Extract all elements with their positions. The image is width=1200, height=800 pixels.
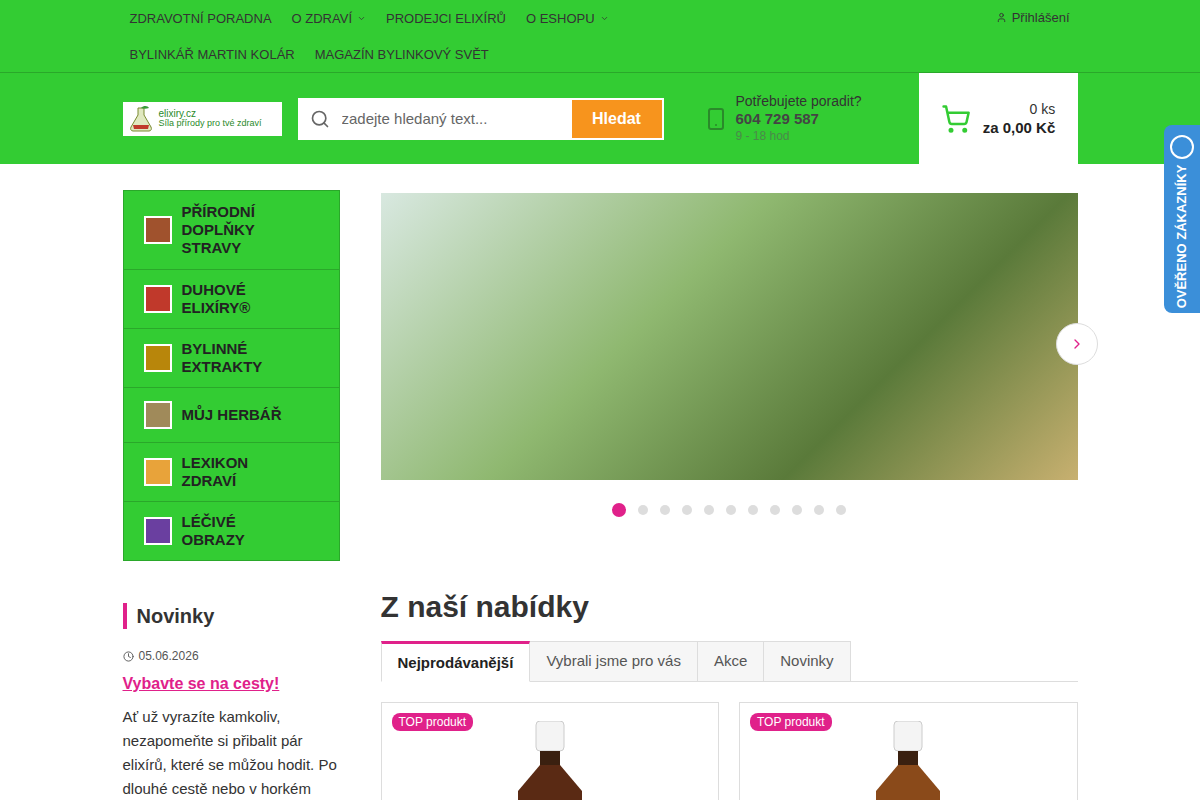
nav-item[interactable]: MAGAZÍN BYLINKOVÝ SVĚT (308, 47, 498, 62)
carousel-dot[interactable] (814, 505, 824, 515)
clock-icon (123, 651, 134, 662)
product-badge: TOP produkt (750, 713, 832, 731)
product-card[interactable]: TOP produkt (381, 702, 720, 800)
category-list: PŘÍRODNÍ DOPLŇKY STRAVYDUHOVÉ ELIXÍRY®BY… (123, 190, 340, 561)
bottle-icon (510, 721, 590, 800)
category-thumbnail (144, 401, 172, 429)
top-bar: ZDRAVOTNÍ PORADNA O ZDRAVÍ PRODEJCI ELIXÍR… (0, 0, 1200, 73)
carousel-banner[interactable] (381, 193, 1078, 480)
header: elixiry.czSíla přírody pro tvé zdraví Hle… (0, 73, 1200, 164)
logo[interactable]: elixiry.czSíla přírody pro tvé zdraví (123, 102, 282, 136)
offer-tabs: NejprodávanějšíVybrali jsme pro vásAkceN… (381, 641, 1078, 682)
tab[interactable]: Akce (698, 641, 764, 682)
product-grid: TOP produkt TOP produkt (381, 702, 1078, 800)
sidebar: PŘÍRODNÍ DOPLŇKY STRAVYDUHOVÉ ELIXÍRY®BY… (123, 190, 340, 800)
news-heading: Novinky (123, 603, 340, 629)
tab[interactable]: Vybrali jsme pro vás (530, 641, 698, 682)
search-button[interactable]: Hledat (572, 100, 662, 138)
nav-item[interactable]: ZDRAVOTNÍ PORADNA (123, 11, 281, 26)
search-box: Hledat (298, 98, 664, 140)
help-contact: Potřebujete poradit?604 729 5879 - 18 ho… (704, 93, 862, 144)
news-date: 05.06.2026 (123, 649, 340, 663)
caret-icon (600, 14, 609, 23)
tab[interactable]: Nejprodávanější (381, 641, 531, 682)
carousel-dot[interactable] (682, 505, 692, 515)
category-thumbnail (144, 285, 172, 313)
phone-number[interactable]: 604 729 587 (736, 110, 862, 129)
offer-heading: Z naší nabídky (381, 589, 1078, 625)
nav-item[interactable]: O ZDRAVÍ (285, 11, 375, 26)
chevron-right-icon (1069, 336, 1085, 352)
user-icon (996, 12, 1007, 23)
login-link[interactable]: Přihlášení (996, 0, 1070, 34)
carousel-dot[interactable] (726, 505, 736, 515)
search-icon (310, 109, 330, 129)
verified-badge[interactable]: OVĚŘENO ZÁKAZNÍKY (1164, 125, 1200, 313)
flask-icon (127, 105, 155, 133)
category-thumbnail (144, 344, 172, 372)
category-item[interactable]: MŮJ HERBÁŘ (124, 387, 339, 442)
carousel-dot[interactable] (770, 505, 780, 515)
phone-icon (704, 107, 728, 131)
carousel-dot[interactable] (612, 503, 626, 517)
nav-row: ZDRAVOTNÍ PORADNA O ZDRAVÍ PRODEJCI ELIXÍR… (123, 0, 618, 36)
main-nav: ZDRAVOTNÍ PORADNA O ZDRAVÍ PRODEJCI ELIXÍR… (123, 0, 618, 72)
category-item[interactable]: LÉČIVÉ OBRAZY (124, 501, 339, 560)
product-card[interactable]: TOP produkt (739, 702, 1078, 800)
search-input[interactable] (340, 109, 572, 128)
carousel-dot[interactable] (638, 505, 648, 515)
cart[interactable]: 0 ksza 0,00 Kč (919, 73, 1078, 164)
news-text: Ať už vyrazíte kamkoliv, nezapomeňte si … (123, 705, 340, 800)
caret-icon (357, 14, 366, 23)
seal-icon (1170, 135, 1194, 159)
bottle-icon (868, 721, 948, 800)
carousel-next[interactable] (1056, 323, 1098, 365)
category-item[interactable]: PŘÍRODNÍ DOPLŇKY STRAVY (124, 191, 339, 269)
nav-row: BYLINKÁŘ MARTIN KOLÁR MAGAZÍN BYLINKOVÝ S… (123, 36, 618, 72)
product-badge: TOP produkt (392, 713, 474, 731)
cart-icon (941, 104, 971, 134)
carousel-dot[interactable] (792, 505, 802, 515)
category-thumbnail (144, 216, 172, 244)
carousel-dots (381, 503, 1078, 517)
category-thumbnail (144, 458, 172, 486)
nav-item[interactable]: PRODEJCI ELIXÍRŮ (379, 11, 515, 26)
carousel-dot[interactable] (748, 505, 758, 515)
category-item[interactable]: DUHOVÉ ELIXÍRY® (124, 269, 339, 328)
nav-item[interactable]: BYLINKÁŘ MARTIN KOLÁR (123, 47, 304, 62)
carousel-dot[interactable] (704, 505, 714, 515)
nav-item[interactable]: O ESHOPU (519, 11, 618, 26)
category-item[interactable]: BYLINNÉ EXTRAKTY (124, 328, 339, 387)
carousel-dot[interactable] (660, 505, 670, 515)
news-title[interactable]: Vybavte se na cesty! (123, 675, 340, 693)
carousel-dot[interactable] (836, 505, 846, 515)
tab[interactable]: Novinky (764, 641, 850, 682)
category-item[interactable]: LEXIKON ZDRAVÍ (124, 442, 339, 501)
category-thumbnail (144, 517, 172, 545)
